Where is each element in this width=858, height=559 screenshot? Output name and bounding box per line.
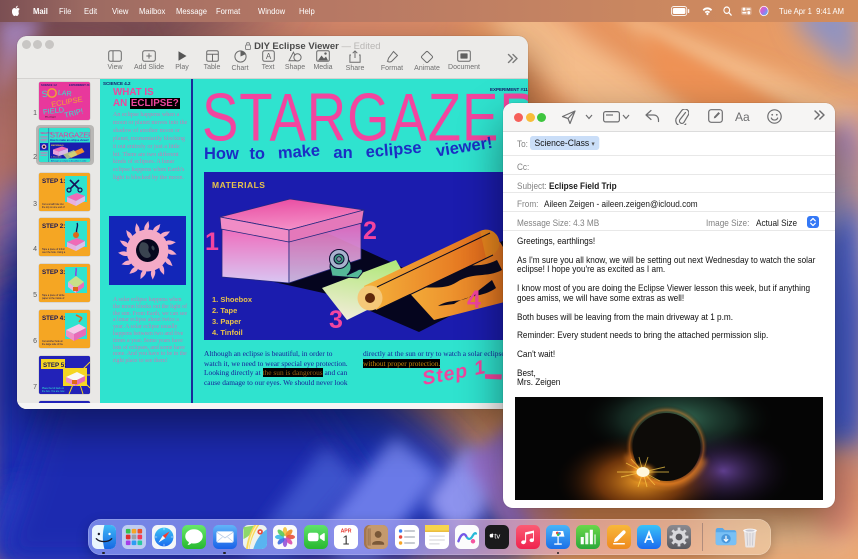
svg-text:1: 1 <box>342 532 349 547</box>
svg-text:the box. You are now: the box. You are now <box>42 390 65 393</box>
svg-text:STEP 3:: STEP 3: <box>42 269 65 276</box>
svg-text:paper to the inside of: paper to the inside of <box>42 297 65 300</box>
svg-text:4. Tinfoil: 4. Tinfoil <box>212 328 243 337</box>
svg-text:the top on one end of: the top on one end of <box>42 206 65 209</box>
svg-text:3: 3 <box>329 306 343 334</box>
svg-text:A: A <box>265 52 271 61</box>
svg-text:2: 2 <box>363 217 377 245</box>
svg-text:4: 4 <box>467 286 481 314</box>
svg-text:Mrs.Zeigen: Mrs.Zeigen <box>45 116 57 119</box>
svg-text:TRIP!: TRIP! <box>63 106 84 119</box>
svg-text:STEP 5:: STEP 5: <box>43 362 66 369</box>
svg-text:STEP 2:: STEP 2: <box>42 223 65 230</box>
svg-text:over the hole. Using a: over the hole. Using a <box>42 251 66 254</box>
svg-text:EXPERIMENT #11: EXPERIMENT #11 <box>69 83 90 87</box>
svg-text:MATERIALS: MATERIALS <box>51 144 64 147</box>
svg-text:How to make an eclipse viewer!: How to make an eclipse viewer! <box>50 138 89 142</box>
svg-text:1: 1 <box>205 228 219 256</box>
svg-text:2. Tape: 2. Tape <box>212 306 237 315</box>
svg-text:Although an eclipse is beautif: Although an eclipse is beautiful, in ord… <box>51 159 87 162</box>
svg-text:1. Shoebox: 1. Shoebox <box>212 295 253 304</box>
svg-text:FIELD: FIELD <box>43 105 66 116</box>
svg-text:the large side of the: the large side of the <box>42 343 64 346</box>
svg-text:3. Paper: 3. Paper <box>212 317 241 326</box>
svg-text:MATERIALS: MATERIALS <box>212 180 265 190</box>
svg-text:STEP 1:: STEP 1: <box>42 178 65 185</box>
svg-text:SCIENCE 4.2: SCIENCE 4.2 <box>41 83 57 87</box>
svg-text:STEP 4:: STEP 4: <box>42 315 65 322</box>
svg-text:1.Shoebox: 1.Shoebox <box>51 157 62 159</box>
svg-text:tv: tv <box>495 531 501 540</box>
